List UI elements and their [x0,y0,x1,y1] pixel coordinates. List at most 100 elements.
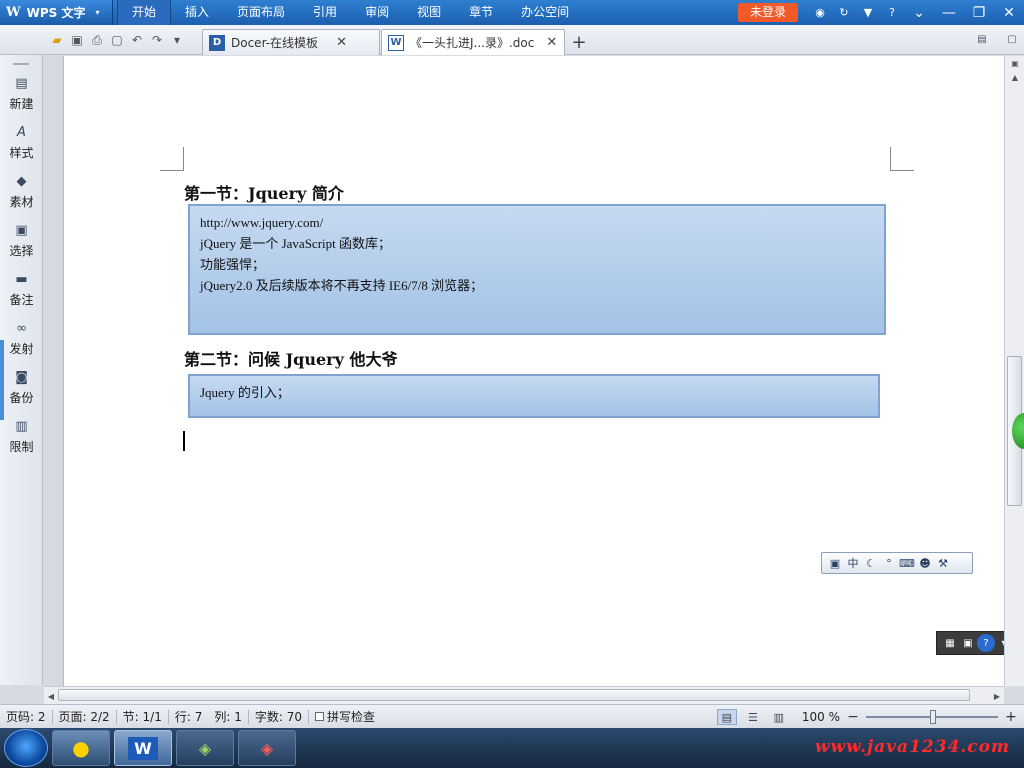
section-1-heading[interactable]: 第一节：Jquery 简介 [184,180,344,204]
menu-tab-references[interactable]: 引用 [299,0,351,25]
sidebar-item-new[interactable]: ▤ 新建 [0,69,43,118]
tab-docer-templates[interactable]: D Docer-在线模板 ✕ [202,29,380,55]
vertical-scrollbar[interactable]: ▣ ▲ [1004,56,1024,686]
sidebar-item-label: 素材 [9,194,34,209]
menu-tab-chapter[interactable]: 章节 [455,0,507,25]
tab-close-icon[interactable]: ✕ [336,35,347,50]
login-button[interactable]: 未登录 [737,3,798,22]
new-tab-button[interactable]: + [568,31,590,53]
scroll-up-icon[interactable]: ▲ [1005,70,1024,84]
skin-icon[interactable]: ◉ [810,3,830,23]
undo-icon[interactable]: ↶ [127,30,147,50]
left-sidebar: ▤ 新建 A 样式 ◆ 素材 ▣ 选择 ▬ 备注 ∞ 发射 ◙ 备份 ▥ 限制 [0,55,43,685]
document-page[interactable]: 第一节：Jquery 简介 http://www.jquery.com/ jQu… [63,56,1004,686]
menu-tab-insert[interactable]: 插入 [171,0,223,25]
horizontal-scrollbar[interactable]: ◀ ▶ [44,686,1004,704]
link-icon: ∞ [16,321,27,336]
floating-toolbar[interactable]: ▦ ▣ ? ▾ [936,631,1004,655]
redo-icon[interactable]: ↷ [147,30,167,50]
sidebar-item-select[interactable]: ▣ 选择 [0,216,43,265]
spell-check-checkbox[interactable] [314,712,324,721]
outline-view-icon[interactable]: ☰ [743,709,763,725]
collapse-ribbon-icon[interactable]: ⌄ [904,0,934,25]
sidebar-item-restrict[interactable]: ▥ 限制 [0,412,43,461]
minimize-icon[interactable]: — [934,0,964,25]
scroll-right-icon[interactable]: ▶ [990,689,1004,703]
text-caret [183,431,185,451]
punctuation-icon[interactable]: ° [880,554,898,572]
taskbar-app-wps[interactable]: W [114,730,172,766]
horizontal-scroll-thumb[interactable] [58,689,970,701]
user-icon[interactable]: ☻ [916,554,934,572]
keyboard-icon[interactable]: ⌨ [898,554,916,572]
zoom-level[interactable]: 100 % [802,710,840,724]
open-folder-icon[interactable]: ▰ [47,30,67,50]
section-2-heading[interactable]: 第二节：问候 Jquery 他大爷 [184,346,397,370]
sidebar-item-send[interactable]: ∞ 发射 [0,314,43,363]
sidebar-item-material[interactable]: ◆ 素材 [0,167,43,216]
ime-logo-icon[interactable]: ▣ [826,554,844,572]
sidebar-item-note[interactable]: ▬ 备注 [0,265,43,314]
restore-icon[interactable]: ❐ [964,0,994,25]
code-line: http://www.jquery.com/ [200,215,324,230]
screen-icon[interactable]: ▣ [959,634,977,652]
tab-current-document[interactable]: W 《一头扎进J...录》.doc ✕ [381,29,565,55]
sidebar-grip[interactable] [13,63,29,65]
section-1-code-box[interactable]: http://www.jquery.com/ jQuery 是一个 JavaSc… [188,204,886,335]
title-bar: W WPS 文字 ▾ 开始 插入 页面布局 引用 审阅 视图 章节 办公空间 未… [0,0,1024,25]
grid-icon[interactable]: ▦ [941,634,959,652]
help-circle-icon[interactable]: ? [977,634,995,652]
wps-app-menu[interactable]: W WPS 文字 ▾ [0,0,113,25]
title-right-controls: 未登录 ◉ ↻ ▼ ? ⌄ — ❐ ✕ [737,0,1024,25]
ime-mode-chinese[interactable]: 中 [844,554,862,572]
shirt-icon[interactable]: ▼ [858,3,878,23]
word-doc-icon: W [388,34,404,51]
status-word-count[interactable]: 字数: 70 [249,708,308,725]
zoom-out-button[interactable]: − [846,709,860,725]
menu-tabs: 开始 插入 页面布局 引用 审阅 视图 章节 办公空间 [117,0,583,25]
print-preview-icon[interactable]: ▢ [107,30,127,50]
menu-tab-home[interactable]: 开始 [117,0,172,25]
taskbar-app-chat[interactable]: ● [52,730,110,766]
tab-list-icon[interactable]: ▤ [974,32,990,46]
ime-toolbar[interactable]: ▣ 中 ☾ ° ⌨ ☻ ⚒ [821,552,973,574]
zoom-slider-thumb[interactable] [930,710,936,724]
menu-tab-review[interactable]: 审阅 [351,0,403,25]
sidebar-item-label: 样式 [9,145,34,160]
recorder-icon: ◈ [198,738,212,758]
zoom-in-button[interactable]: + [1004,709,1018,725]
section-2-code-box[interactable]: Jquery 的引入； [188,374,880,418]
menu-tab-page-layout[interactable]: 页面布局 [223,0,299,25]
code-line: Jquery 的引入； [200,385,290,400]
close-icon[interactable]: ✕ [994,0,1024,25]
taskbar-app-recorder-2[interactable]: ◈ [238,730,296,766]
page-margin-corner-top-left [160,147,184,171]
status-pages: 页面: 2/2 [58,710,110,724]
scroll-left-icon[interactable]: ◀ [44,689,58,703]
page-margin-corner-top-right [890,147,914,171]
sidebar-item-style[interactable]: A 样式 [0,118,43,167]
menu-tab-office-space[interactable]: 办公空间 [507,0,583,25]
wrench-icon[interactable]: ⚒ [934,554,952,572]
docer-icon: D [209,34,225,51]
window-settings-icon[interactable]: ▢ [1004,32,1020,46]
zoom-slider[interactable] [866,710,998,724]
moon-icon[interactable]: ☾ [862,554,880,572]
document-area[interactable]: 第一节：Jquery 简介 http://www.jquery.com/ jQu… [44,56,1004,686]
sidebar-item-backup[interactable]: ◙ 备份 [0,363,43,412]
note-icon: ▬ [15,272,28,287]
menu-tab-view[interactable]: 视图 [403,0,455,25]
help-icon[interactable]: ? [882,3,902,23]
refresh-icon[interactable]: ↻ [834,3,854,23]
print-icon[interactable]: ⎙ [87,30,107,50]
web-view-icon[interactable]: ▥ [769,709,789,725]
taskbar-app-recorder[interactable]: ◈ [176,730,234,766]
page-view-icon[interactable]: ▤ [716,709,737,725]
windows-start-button[interactable] [4,729,48,767]
expand-icon[interactable]: ▾ [995,634,1004,652]
customize-dropdown-icon[interactable]: ▾ [167,30,187,50]
tab-close-icon[interactable]: ✕ [546,35,557,50]
save-icon[interactable]: ▣ [67,30,87,50]
recorder-red-icon: ◈ [260,738,274,758]
spell-check-toggle[interactable]: 拼写检查 [309,708,381,725]
